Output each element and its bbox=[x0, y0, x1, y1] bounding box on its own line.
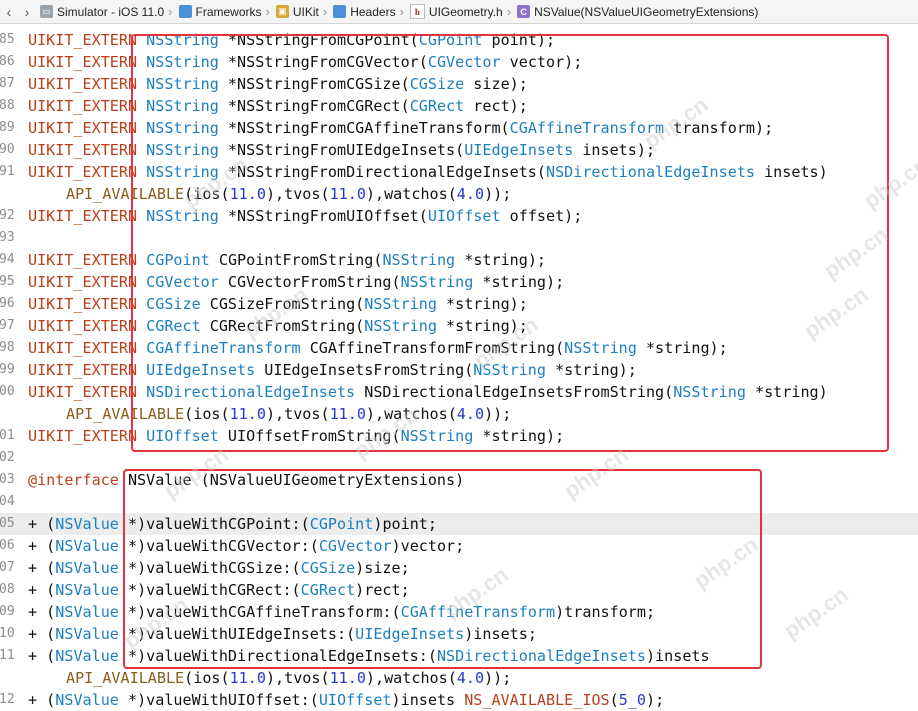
line-number: 86 bbox=[0, 54, 15, 69]
line-number: 07 bbox=[0, 560, 15, 575]
line-number: 92 bbox=[0, 208, 15, 223]
crumb-label: Headers bbox=[350, 4, 396, 19]
crumb-label: Simulator - iOS 11.0 bbox=[57, 4, 165, 19]
category-icon: C bbox=[517, 5, 531, 18]
crumb-headers[interactable]: Headers › bbox=[329, 4, 406, 19]
line-number: 12 bbox=[0, 692, 15, 707]
crumb-separator: › bbox=[399, 4, 404, 19]
forward-button[interactable]: › bbox=[18, 1, 36, 23]
jump-bar: ‹ › ▭ Simulator - iOS 11.0 › Frameworks … bbox=[0, 0, 918, 24]
crumb-separator: › bbox=[506, 4, 512, 19]
crumb-file[interactable]: h UIGeometry.h › bbox=[406, 4, 513, 19]
code-text: API_AVAILABLE(ios(11.0),tvos(11.0),watch… bbox=[66, 669, 512, 687]
line-number: 85 bbox=[0, 32, 15, 47]
crumb-uikit[interactable]: ▣ UIKit › bbox=[272, 4, 329, 19]
line-number: 10 bbox=[0, 626, 15, 641]
code-line[interactable]: 12 + (NSValue *)valueWithUIOffset:(UIOffs… bbox=[0, 689, 918, 711]
crumb-simulator[interactable]: ▭ Simulator - iOS 11.0 › bbox=[36, 4, 175, 19]
line-number: 98 bbox=[0, 340, 15, 355]
line-number: 87 bbox=[0, 76, 15, 91]
line-number: 09 bbox=[0, 604, 15, 619]
crumb-separator: › bbox=[265, 4, 270, 19]
header-file-icon: h bbox=[409, 4, 425, 19]
simulator-icon: ▭ bbox=[40, 5, 53, 18]
code-text: + (NSValue *)valueWithUIOffset:(UIOffset… bbox=[28, 691, 665, 709]
line-number: 11 bbox=[0, 648, 15, 663]
line-number: 00 bbox=[0, 384, 15, 399]
code-line[interactable]: API_AVAILABLE(ios(11.0),tvos(11.0),watch… bbox=[0, 667, 918, 689]
line-number: 93 bbox=[0, 230, 15, 245]
line-number: 97 bbox=[0, 318, 15, 333]
crumb-symbol[interactable]: C NSValue(NSValueUIGeometryExtensions) bbox=[513, 5, 758, 19]
line-number: 01 bbox=[0, 428, 15, 443]
folder-icon bbox=[178, 5, 192, 18]
highlight-box-category bbox=[123, 469, 762, 669]
crumb-frameworks[interactable]: Frameworks › bbox=[175, 4, 272, 19]
crumb-label: UIGeometry.h bbox=[428, 4, 503, 19]
crumb-label: Frameworks bbox=[195, 4, 262, 19]
line-number: 89 bbox=[0, 120, 15, 135]
line-number: 94 bbox=[0, 252, 15, 267]
line-number: 96 bbox=[0, 296, 15, 311]
line-number: 99 bbox=[0, 362, 15, 377]
crumb-label: UIKit bbox=[292, 4, 319, 19]
folder-icon bbox=[333, 5, 347, 18]
line-number: 95 bbox=[0, 274, 15, 289]
line-number: 02 bbox=[0, 450, 15, 465]
line-number: 08 bbox=[0, 582, 15, 597]
crumb-label: NSValue(NSValueUIGeometryExtensions) bbox=[534, 4, 759, 19]
line-number: 91 bbox=[0, 164, 15, 179]
line-number: 05 bbox=[0, 516, 15, 531]
crumb-separator: › bbox=[168, 4, 173, 19]
line-number: 88 bbox=[0, 98, 15, 113]
line-number: 04 bbox=[0, 494, 15, 509]
highlight-box-functions bbox=[131, 34, 889, 452]
framework-icon: ▣ bbox=[275, 5, 289, 18]
crumb-separator: › bbox=[322, 4, 328, 19]
line-number: 03 bbox=[0, 472, 15, 487]
line-number: 06 bbox=[0, 538, 15, 553]
line-number: 90 bbox=[0, 142, 15, 157]
back-button[interactable]: ‹ bbox=[0, 1, 18, 23]
